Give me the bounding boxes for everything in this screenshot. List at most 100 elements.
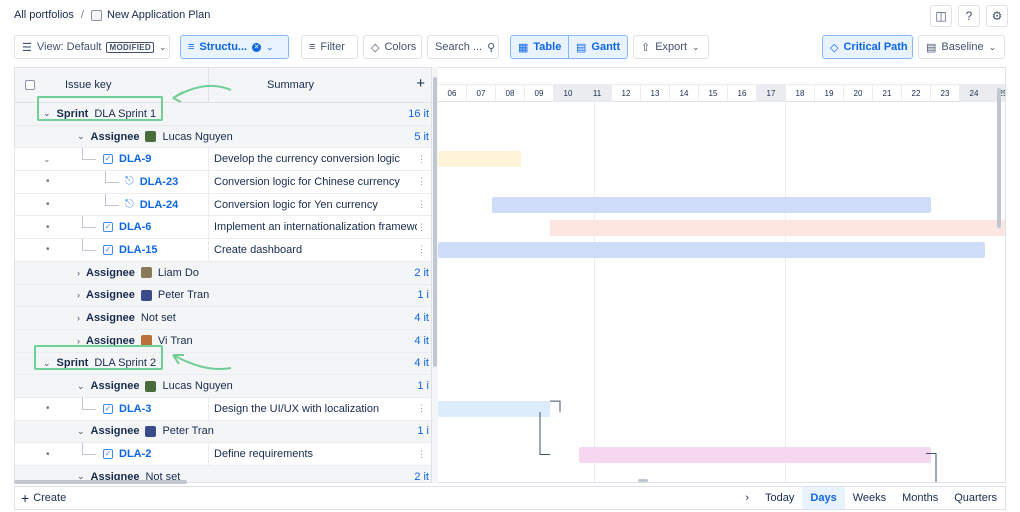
- issue-summary[interactable]: Conversion logic for Yen currency: [214, 199, 417, 211]
- chevron-right-icon[interactable]: ›: [77, 290, 80, 300]
- more-icon[interactable]: ⋮: [417, 244, 426, 255]
- issue-summary[interactable]: Conversion logic for Chinese currency: [214, 176, 417, 188]
- tab-days[interactable]: Days: [802, 487, 845, 509]
- issue-key-header[interactable]: Issue key: [65, 79, 111, 91]
- breadcrumb-plan[interactable]: New Application Plan: [107, 9, 210, 21]
- chevron-down-icon[interactable]: ⌄: [77, 381, 85, 392]
- select-all-checkbox[interactable]: [25, 80, 35, 90]
- tree-connector: [82, 227, 96, 229]
- structure-button[interactable]: ≡ Structu... ✕ ⌄: [180, 35, 289, 59]
- arrow-annotation-2: [172, 354, 232, 370]
- tree-connector: [82, 408, 96, 410]
- chevron-down-icon[interactable]: ⌄: [77, 426, 85, 437]
- issue-key-link[interactable]: DLA-23: [140, 176, 179, 188]
- toolbar: ☰ View: Default MODIFIED ⌄ ≡ Structu... …: [14, 35, 1006, 59]
- gantt-vertical-scrollbar[interactable]: [997, 88, 1001, 228]
- more-icon[interactable]: ⋮: [417, 403, 426, 414]
- chevron-right-icon[interactable]: ›: [745, 492, 749, 504]
- view-label: View: Default: [36, 41, 102, 53]
- column-divider: [208, 239, 209, 261]
- search-input[interactable]: Search ... ⚲: [427, 35, 499, 59]
- feedback-icon[interactable]: ◫: [930, 5, 952, 27]
- critical-path-button[interactable]: ◇ Critical Path: [822, 35, 913, 59]
- tab-weeks[interactable]: Weeks: [845, 487, 894, 509]
- dependency-arrow[interactable]: [438, 68, 1006, 483]
- issue-summary[interactable]: Develop the currency conversion logic: [214, 153, 417, 165]
- avatar: [145, 425, 157, 437]
- bullet-icon: •: [46, 403, 50, 415]
- filter-icon: ≡: [309, 41, 316, 53]
- create-label: Create: [33, 492, 67, 504]
- issue-row[interactable]: • ✓ DLA-2 Define requirements ⋮: [15, 443, 431, 466]
- item-count: 4 it: [414, 357, 429, 370]
- table-view-button[interactable]: ▦ Table: [510, 35, 569, 59]
- baseline-dropdown[interactable]: ▤ Baseline ⌄: [918, 35, 1005, 59]
- assignee-row[interactable]: › Assignee Not set 4 it: [15, 307, 431, 330]
- column-divider: [208, 216, 209, 239]
- more-icon[interactable]: ⋮: [417, 449, 426, 460]
- view-dropdown[interactable]: ☰ View: Default MODIFIED ⌄: [14, 35, 170, 59]
- more-icon[interactable]: ⋮: [417, 199, 426, 210]
- item-count: 1 i: [417, 380, 429, 393]
- breadcrumb-root[interactable]: All portfolios: [14, 9, 74, 21]
- item-count: 5 it: [414, 130, 429, 143]
- export-button[interactable]: ⇧ Export ⌄: [633, 35, 709, 59]
- more-icon[interactable]: ⋮: [417, 222, 426, 233]
- clear-structure-icon[interactable]: ✕: [252, 42, 262, 52]
- tree-connector: [105, 204, 119, 206]
- sprint-highlight-1: [37, 96, 163, 121]
- column-divider: [208, 148, 209, 171]
- issue-row[interactable]: • ✓ DLA-3 Design the UI/UX with localizatio…: [15, 397, 431, 421]
- more-icon[interactable]: ⋮: [417, 176, 426, 187]
- assignee-row[interactable]: ⌄ Assignee Lucas Nguyen 1 i: [15, 375, 431, 398]
- tree-connector: [82, 159, 96, 161]
- item-count: 4 it: [414, 334, 429, 347]
- assignee-row[interactable]: › Assignee Peter Tran 1 i: [15, 284, 431, 308]
- tab-months[interactable]: Months: [894, 487, 946, 509]
- issue-tree: Issue key Summary + ⌄ Sprint DLA Sprint 11…: [14, 67, 431, 483]
- issue-row[interactable]: • ⎋ DLA-24 Conversion logic for Yen currenc…: [15, 193, 431, 217]
- create-button[interactable]: + Create: [21, 490, 66, 506]
- top-icons: ◫ ? ⚙: [930, 5, 1008, 27]
- summary-header[interactable]: Summary: [267, 79, 314, 91]
- issue-key-link[interactable]: DLA-9: [119, 153, 151, 165]
- filter-button[interactable]: ≡ Filter: [301, 35, 358, 59]
- chevron-down-icon[interactable]: ⌄: [43, 154, 51, 165]
- more-icon[interactable]: ⋮: [417, 154, 426, 165]
- colors-button[interactable]: ◇ Colors: [363, 35, 422, 59]
- issue-key-link[interactable]: DLA-3: [119, 403, 151, 415]
- assignee-row[interactable]: › Assignee Liam Do 2 it: [15, 261, 431, 285]
- help-icon[interactable]: ?: [958, 5, 980, 27]
- baseline-label: Baseline: [941, 41, 984, 53]
- issue-key-link[interactable]: DLA-24: [140, 199, 179, 211]
- issue-key-link[interactable]: DLA-2: [119, 448, 151, 460]
- issue-row[interactable]: • ✓ DLA-15 Create dashboard ⋮: [15, 239, 431, 262]
- issue-summary[interactable]: Define requirements: [214, 448, 417, 460]
- gantt-horizontal-scrollbar[interactable]: [638, 479, 648, 482]
- issue-summary[interactable]: Create dashboard: [214, 244, 417, 256]
- issue-summary[interactable]: Design the UI/UX with localization: [214, 403, 417, 415]
- tree-vertical-scrollbar[interactable]: [431, 67, 438, 483]
- issue-row[interactable]: ⌄ ✓ DLA-9 Develop the currency conversion l…: [15, 148, 431, 172]
- add-column-icon[interactable]: +: [416, 75, 425, 92]
- chevron-right-icon[interactable]: ›: [77, 268, 80, 278]
- issue-row[interactable]: • ⎋ DLA-23 Conversion logic for Chinese cur…: [15, 171, 431, 194]
- issue-key-link[interactable]: DLA-15: [119, 244, 158, 256]
- tree-horizontal-scrollbar[interactable]: [14, 480, 187, 484]
- tab-today[interactable]: Today: [757, 487, 802, 509]
- issue-key-link[interactable]: DLA-6: [119, 221, 151, 233]
- assignee-row[interactable]: ⌄ Assignee Lucas Nguyen 5 it: [15, 125, 431, 149]
- assignee-row[interactable]: ⌄ Assignee Peter Tran 1 i: [15, 420, 431, 444]
- chevron-right-icon[interactable]: ›: [77, 313, 80, 323]
- settings-icon[interactable]: ⚙: [986, 5, 1008, 27]
- task-icon: ✓: [103, 222, 113, 233]
- issue-row[interactable]: • ✓ DLA-6 Implement an internationalization…: [15, 216, 431, 240]
- bullet-icon: •: [46, 199, 50, 211]
- tab-quarters[interactable]: Quarters: [946, 487, 1005, 509]
- gantt-view-button[interactable]: ▤ Gantt: [568, 35, 628, 59]
- chevron-down-icon[interactable]: ⌄: [77, 131, 85, 142]
- bullet-icon: •: [46, 244, 50, 256]
- issue-summary[interactable]: Implement an internationalization framew…: [214, 221, 417, 233]
- subtask-icon: ⎋: [125, 198, 134, 211]
- column-divider: [208, 171, 209, 193]
